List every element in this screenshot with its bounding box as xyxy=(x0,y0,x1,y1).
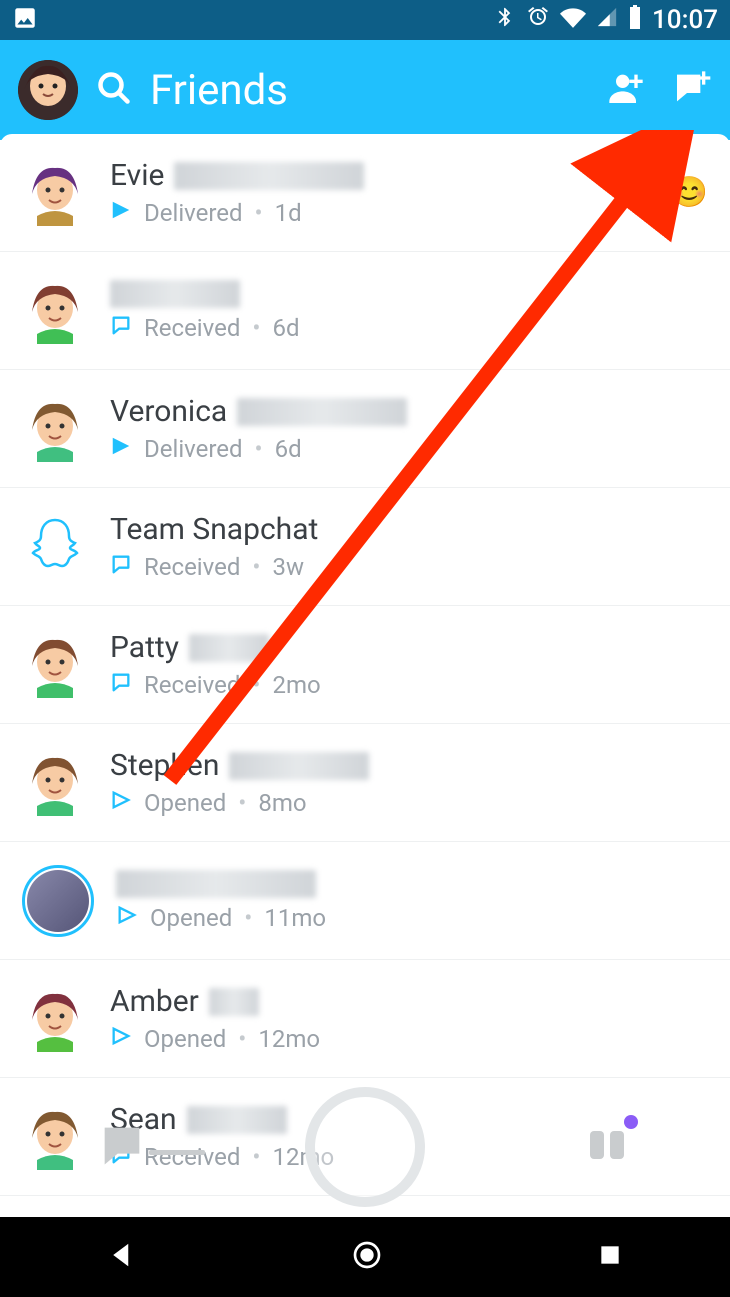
redacted-name xyxy=(174,162,364,190)
friend-row[interactable]: Evie Delivered • 1d 😊 xyxy=(0,134,730,252)
add-friend-icon[interactable] xyxy=(606,68,646,112)
separator-dot: • xyxy=(238,789,246,817)
separator-dot: • xyxy=(244,904,252,932)
friend-name: Stephen xyxy=(110,748,219,783)
new-chat-icon[interactable] xyxy=(672,68,712,112)
status-time: 6d xyxy=(272,314,299,342)
friend-avatar-story[interactable] xyxy=(22,865,94,937)
status-text: Opened xyxy=(144,1025,226,1053)
friends-list: Evie Delivered•1d😊 Received•6dVeronica D… xyxy=(0,134,730,1217)
separator-dot: • xyxy=(238,1025,246,1053)
status-text: Delivered xyxy=(144,199,243,227)
separator-dot: • xyxy=(252,671,260,699)
recents-button[interactable] xyxy=(597,1242,623,1272)
redacted-name xyxy=(189,634,269,662)
friend-name: Patty xyxy=(110,630,179,665)
android-nav-bar xyxy=(0,1217,730,1297)
friend-avatar[interactable] xyxy=(22,1104,88,1170)
alarm-icon xyxy=(526,5,550,36)
friend-name: Amber xyxy=(110,984,199,1019)
status-time: 12mo xyxy=(258,1025,320,1053)
friend-name: Veronica xyxy=(110,394,227,429)
redacted-name xyxy=(187,1106,287,1134)
status-text: Opened xyxy=(144,789,226,817)
cell-signal-icon xyxy=(596,5,618,35)
redacted-name xyxy=(116,870,316,898)
status-text: Opened xyxy=(150,904,232,932)
friend-row[interactable]: Patty Received • 2mo xyxy=(0,606,730,724)
separator-dot: • xyxy=(252,314,260,342)
status-time: 1d xyxy=(275,199,302,227)
status-time: 8mo xyxy=(258,789,306,817)
status-text: Received xyxy=(144,314,240,342)
status-icon xyxy=(110,435,132,463)
chat-tab-icon[interactable] xyxy=(96,1119,148,1175)
friend-avatar[interactable] xyxy=(22,750,88,816)
status-icon xyxy=(110,1025,132,1053)
status-icon xyxy=(110,314,132,342)
separator-dot: • xyxy=(252,1143,260,1171)
status-time: 2mo xyxy=(272,671,320,699)
android-status-bar: 10:07 xyxy=(0,0,730,40)
status-icon xyxy=(110,671,132,699)
redacted-name xyxy=(110,280,240,308)
friend-name: Team Snapchat xyxy=(110,512,318,547)
status-time: 11mo xyxy=(264,904,326,932)
friend-avatar[interactable] xyxy=(22,986,88,1052)
friend-avatar[interactable] xyxy=(22,396,88,462)
friend-row[interactable]: Stephen Opened • 8mo xyxy=(0,724,730,842)
streak-emoji: 😊 xyxy=(671,175,708,210)
separator-dot: • xyxy=(255,199,263,227)
friend-row[interactable]: Opened • 11mo xyxy=(0,842,730,960)
friend-row[interactable]: Team Snapchat Received • 3w xyxy=(0,488,730,606)
profile-avatar[interactable] xyxy=(18,60,78,120)
ghost-avatar-icon xyxy=(22,514,88,580)
status-icon xyxy=(110,553,132,581)
friend-row[interactable]: Veronica Delivered • 6d xyxy=(0,370,730,488)
redacted-name xyxy=(229,752,369,780)
battery-icon xyxy=(628,5,642,36)
bluetooth-icon xyxy=(494,5,516,35)
redacted-name xyxy=(209,988,259,1016)
friend-row[interactable]: Amber Opened • 12mo xyxy=(0,960,730,1078)
camera-shutter-button[interactable] xyxy=(305,1087,425,1207)
separator-dot: • xyxy=(255,435,263,463)
friend-avatar[interactable] xyxy=(22,160,88,226)
friend-row[interactable]: Received • 6d xyxy=(0,252,730,370)
status-text: Received xyxy=(144,671,240,699)
status-icon xyxy=(110,199,132,227)
pictures-icon xyxy=(12,5,38,35)
separator-dot: • xyxy=(252,553,260,581)
friend-avatar[interactable] xyxy=(22,278,88,344)
status-text: Received xyxy=(144,1143,240,1171)
friend-name: Evie xyxy=(110,158,164,193)
status-time: 6d xyxy=(275,435,302,463)
status-time: 3w xyxy=(272,553,304,581)
status-icon xyxy=(116,904,138,932)
friend-avatar[interactable] xyxy=(22,632,88,698)
redacted-name xyxy=(237,398,407,426)
status-text: Received xyxy=(144,553,240,581)
home-button[interactable] xyxy=(351,1239,383,1275)
search-icon[interactable] xyxy=(96,70,132,110)
page-title: Friends xyxy=(150,66,588,115)
status-text: Delivered xyxy=(144,435,243,463)
wifi-icon xyxy=(560,4,586,37)
status-icon xyxy=(110,789,132,817)
discover-tab-icon[interactable] xyxy=(584,1121,632,1173)
clock-time: 10:07 xyxy=(652,5,718,35)
back-button[interactable] xyxy=(107,1240,137,1274)
friends-header: Friends xyxy=(0,40,730,140)
